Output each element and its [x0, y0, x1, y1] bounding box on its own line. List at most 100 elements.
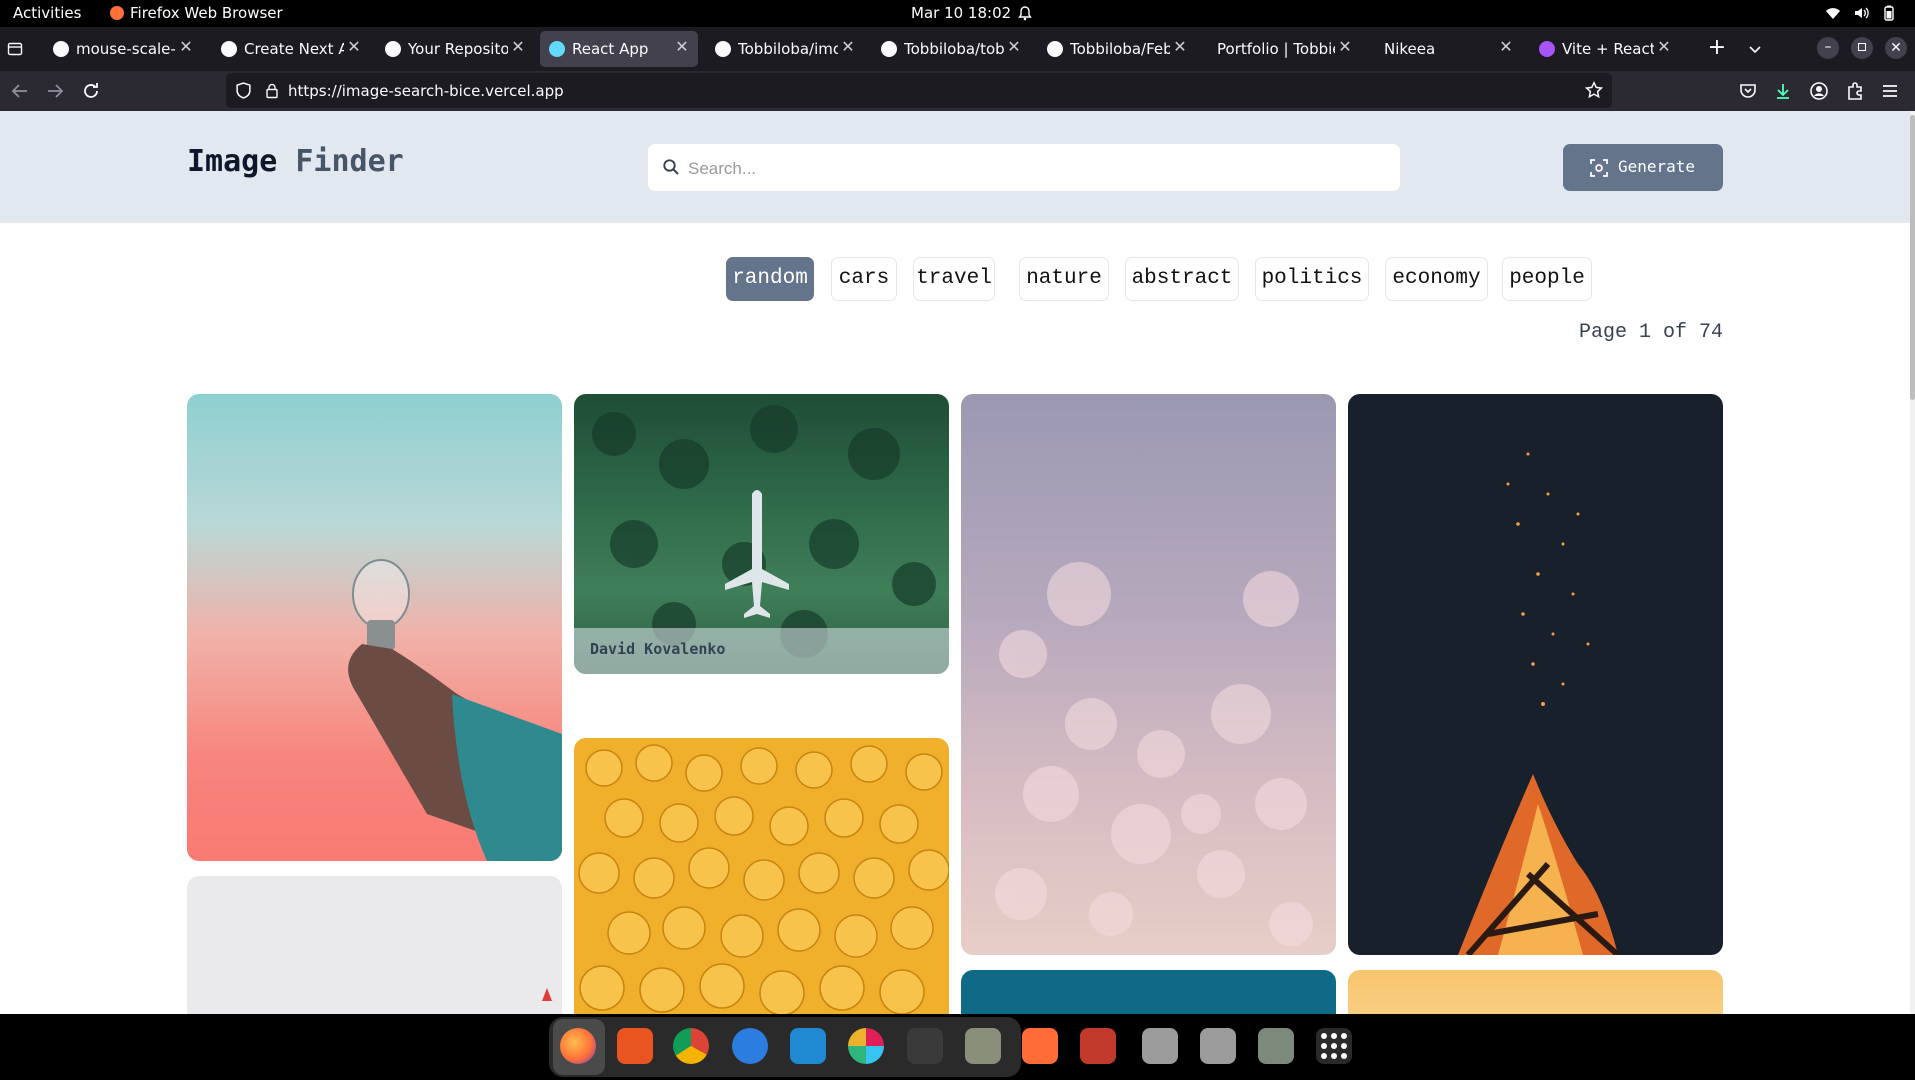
- close-tab-icon[interactable]: ✕: [1004, 37, 1024, 57]
- focused-app-menu[interactable]: Firefox Web Browser: [110, 4, 283, 22]
- tab-label: Tobbiloba/tobbi: [904, 40, 1004, 58]
- focused-app-name: Firefox Web Browser: [130, 4, 283, 22]
- campfire-photo: [1458, 452, 1621, 955]
- category-chip-abstract[interactable]: abstract: [1125, 257, 1239, 301]
- minimize-window-button[interactable]: –: [1817, 37, 1839, 59]
- github-icon: [385, 41, 401, 57]
- wifi-icon[interactable]: [1825, 5, 1841, 21]
- close-tab-icon[interactable]: ✕: [344, 37, 364, 57]
- react-icon: [549, 41, 565, 57]
- title-word-finder: Finder: [295, 144, 404, 179]
- category-chip-people[interactable]: people: [1502, 257, 1592, 301]
- extensions-puzzle-icon[interactable]: [1843, 79, 1867, 103]
- hamburger-menu-icon[interactable]: [1878, 79, 1902, 103]
- chrome-icon[interactable]: [673, 1028, 709, 1064]
- github-icon: [881, 41, 897, 57]
- search-icon: [663, 159, 679, 175]
- image-card[interactable]: [187, 876, 562, 1026]
- tab-label: Tobbiloba/imos: [738, 40, 838, 58]
- forward-arrow-icon[interactable]: [43, 79, 67, 103]
- close-tab-icon[interactable]: ✕: [672, 37, 692, 57]
- clock[interactable]: Mar 10 18:02: [911, 4, 1011, 22]
- search-input[interactable]: [686, 144, 1390, 193]
- account-icon[interactable]: [1807, 79, 1831, 103]
- ssd-drive-icon[interactable]: [1200, 1028, 1236, 1064]
- image-card[interactable]: [961, 394, 1336, 955]
- image-card[interactable]: [1348, 394, 1723, 955]
- tab-7[interactable]: Portfolio | Tobbie ✕: [1203, 31, 1361, 67]
- image-card[interactable]: [187, 394, 562, 861]
- notification-bell-icon: [1018, 6, 1032, 21]
- vscode-icon[interactable]: [790, 1028, 826, 1064]
- lock-icon[interactable]: [264, 82, 280, 99]
- page-scrollbar[interactable]: [1910, 111, 1915, 1014]
- close-tab-icon[interactable]: ✕: [176, 37, 196, 57]
- tab-label: Tobbiloba/Febt: [1070, 40, 1170, 58]
- category-chip-economy[interactable]: economy: [1385, 257, 1488, 301]
- slack-icon[interactable]: [848, 1028, 884, 1064]
- firefox-icon: [110, 6, 124, 20]
- close-tab-icon[interactable]: ✕: [838, 37, 858, 57]
- terminal-icon[interactable]: [907, 1028, 943, 1064]
- tab-3[interactable]: React App ✕: [540, 31, 698, 67]
- tab-6[interactable]: Tobbiloba/Febt ✕: [1038, 31, 1196, 67]
- close-tab-icon[interactable]: ✕: [1170, 37, 1190, 57]
- page-indicator: Page 1 of 74: [1579, 321, 1724, 344]
- firefox-view-icon[interactable]: [7, 41, 23, 57]
- restore-window-button[interactable]: [1851, 37, 1873, 59]
- tab-1[interactable]: Create Next Ap✕: [212, 31, 370, 67]
- screen-recorder-icon[interactable]: [1080, 1028, 1116, 1064]
- image-card[interactable]: David Kovalenko: [574, 394, 949, 674]
- tab-0[interactable]: mouse-scale-im✕: [44, 31, 202, 67]
- reload-icon[interactable]: [79, 79, 103, 103]
- tracking-protection-shield-icon[interactable]: [235, 82, 252, 99]
- battery-icon[interactable]: [1881, 5, 1897, 21]
- close-tab-icon[interactable]: ✕: [508, 37, 528, 57]
- close-window-button[interactable]: ✕: [1885, 37, 1907, 59]
- tab-4[interactable]: Tobbiloba/imos✕: [706, 31, 864, 67]
- downloads-icon[interactable]: [1771, 79, 1795, 103]
- app-center-icon[interactable]: [617, 1028, 653, 1064]
- category-chip-travel[interactable]: travel: [913, 257, 995, 301]
- tab-8[interactable]: Nikeea ✕: [1370, 31, 1522, 67]
- postman-icon[interactable]: [1022, 1028, 1058, 1064]
- firefox-icon[interactable]: [560, 1028, 596, 1064]
- generate-label: Generate: [1618, 157, 1696, 176]
- category-chip-cars[interactable]: cars: [831, 257, 897, 301]
- category-chip-politics[interactable]: politics: [1255, 257, 1369, 301]
- list-all-tabs-chevron-down-icon[interactable]: [1747, 41, 1763, 57]
- bookmark-star-icon[interactable]: [1585, 81, 1603, 99]
- tab-9[interactable]: Vite + React ✕: [1530, 31, 1680, 67]
- system-top-bar: Activities Firefox Web Browser Mar 10 18…: [0, 0, 1915, 27]
- generate-button[interactable]: Generate: [1563, 144, 1723, 191]
- tab-label: React App: [572, 40, 649, 58]
- help-icon[interactable]: [732, 1028, 768, 1064]
- scrollbar-thumb[interactable]: [1910, 115, 1915, 400]
- tab-5[interactable]: Tobbiloba/tobbi✕: [872, 31, 1030, 67]
- category-chip-nature[interactable]: nature: [1019, 257, 1109, 301]
- bokeh-lights-photo: [995, 562, 1313, 946]
- app-grid-icon[interactable]: [1316, 1028, 1352, 1064]
- category-chip-random[interactable]: random: [726, 257, 814, 301]
- search-box: [648, 144, 1400, 193]
- trash-icon[interactable]: [1258, 1028, 1294, 1064]
- tab-2[interactable]: Your Repositori✕: [376, 31, 534, 67]
- volume-icon[interactable]: [1853, 5, 1869, 21]
- tab-label: Your Repositori: [408, 40, 508, 58]
- tab-label: Vite + React: [1562, 40, 1654, 58]
- new-tab-button[interactable]: +: [1705, 37, 1729, 61]
- ssd-drive-icon[interactable]: [1142, 1028, 1178, 1064]
- close-tab-icon[interactable]: ✕: [1654, 37, 1674, 57]
- title-word-image: Image: [187, 144, 278, 179]
- files-icon[interactable]: [965, 1028, 1001, 1064]
- pocket-icon[interactable]: [1736, 79, 1760, 103]
- close-tab-icon[interactable]: ✕: [1335, 37, 1355, 57]
- scan-image-icon: [1590, 159, 1608, 177]
- tab-strip: mouse-scale-im✕Create Next Ap✕Your Repos…: [0, 27, 1915, 71]
- image-card[interactable]: [574, 738, 949, 1028]
- close-tab-icon[interactable]: ✕: [1496, 37, 1516, 57]
- activities-button[interactable]: Activities: [13, 4, 81, 22]
- tab-label: Nikeea: [1384, 40, 1436, 58]
- github-icon: [1047, 41, 1063, 57]
- back-arrow-icon[interactable]: [8, 79, 32, 103]
